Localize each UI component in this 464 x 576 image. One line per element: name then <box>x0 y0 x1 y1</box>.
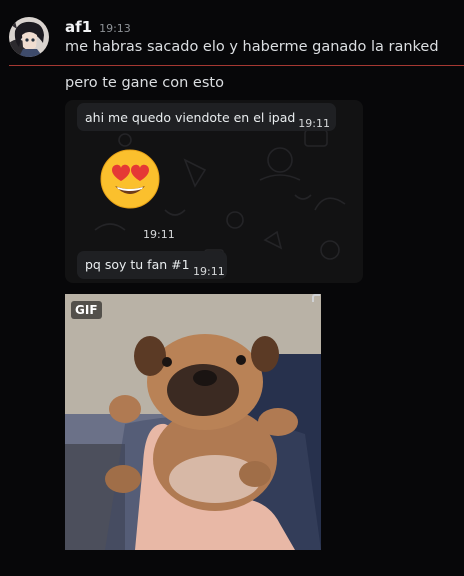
puppy-gif[interactable]: GIF <box>65 294 321 550</box>
bubble-text: ahi me quedo viendote en el ipad <box>85 110 296 125</box>
author-name[interactable]: af1 <box>65 18 92 36</box>
heart-eyes-emoji-icon <box>100 149 160 209</box>
bubble-time: 19:11 <box>193 265 225 278</box>
chat-screenshot-image[interactable]: ahi me quedo viendote en el ipad 19:11 1… <box>65 100 363 283</box>
user-avatar[interactable] <box>9 17 49 57</box>
message-timestamp[interactable]: 19:13 <box>99 22 131 35</box>
gif-badge: GIF <box>71 301 102 319</box>
avatar-anime-figure-icon <box>9 17 49 57</box>
bubble-text: pq soy tu fan #1 <box>85 257 190 272</box>
gif-corner-mark <box>312 294 320 302</box>
bubble-time: 19:11 <box>143 228 175 241</box>
chat-bubble: pq soy tu fan #1 19:11 <box>77 251 227 279</box>
chat-bubble: ahi me quedo viendote en el ipad 19:11 <box>77 103 336 131</box>
puppy-illustration <box>65 294 321 550</box>
message-text: pero te gane con esto <box>65 75 224 91</box>
message-text: me habras sacado elo y haberme ganado la… <box>65 39 439 55</box>
new-messages-divider <box>9 65 464 66</box>
message-header: af1 19:13 <box>65 18 131 36</box>
bubble-time: 19:11 <box>298 117 330 130</box>
